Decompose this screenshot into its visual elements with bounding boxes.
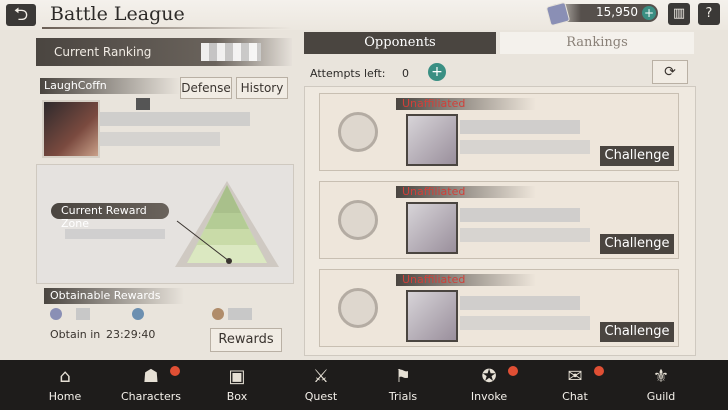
- menu-book-icon[interactable]: ▥: [668, 3, 690, 25]
- redacted-opponent-info: [460, 208, 580, 222]
- reward-zone-panel: Current Reward Zone: [36, 164, 294, 284]
- redacted-zone: [65, 229, 165, 239]
- refresh-button[interactable]: ⟳: [652, 60, 688, 84]
- redacted-stat: [136, 98, 150, 110]
- affiliation-tag: Unaffiliated: [396, 97, 536, 110]
- opponent-card: Unaffiliated Challenge: [319, 181, 679, 259]
- nav-label: Box: [226, 390, 248, 403]
- redacted-opponent-info: [460, 316, 590, 330]
- title-underline: [42, 27, 292, 29]
- tab-opponents[interactable]: Opponents: [304, 32, 496, 54]
- challenge-button[interactable]: Challenge: [600, 146, 674, 166]
- guild-emblem-icon: [338, 288, 378, 328]
- bottom-nav: ⌂ Home ☗ Characters ▣ Box ⚔ Quest ⚑ Tria…: [0, 360, 728, 410]
- refresh-icon: ⟳: [664, 64, 676, 80]
- redacted-opponent-info: [460, 120, 580, 134]
- obtainable-rewards-bar: Obtainable Rewards: [44, 288, 184, 304]
- nav-label: Chat: [562, 390, 588, 403]
- reward-item-icon: [132, 308, 144, 320]
- nav-label: Invoke: [470, 390, 508, 403]
- attempts-left-value: 0: [402, 67, 409, 80]
- obtainable-rewards-label: Obtainable Rewards: [50, 289, 161, 302]
- challenge-button[interactable]: Challenge: [600, 234, 674, 254]
- characters-icon: ☗: [142, 366, 160, 387]
- attempts-left-label: Attempts left:: [310, 67, 386, 80]
- redacted-stat: [100, 132, 220, 146]
- home-icon: ⌂: [59, 366, 71, 387]
- quest-icon: ⚔: [312, 366, 330, 387]
- currency-icon: [545, 1, 571, 27]
- rewards-button[interactable]: Rewards: [210, 328, 282, 352]
- guild-emblem-icon: [338, 112, 378, 152]
- notification-badge: [594, 366, 604, 376]
- nav-chat[interactable]: ✉ Chat: [540, 362, 610, 408]
- page-title: Battle League: [50, 3, 185, 25]
- opponent-card: Unaffiliated Challenge: [319, 269, 679, 347]
- top-bar: ⮌ Battle League 15,950 + ▥ ?: [0, 0, 728, 30]
- current-ranking-label: Current Ranking: [54, 45, 152, 59]
- guild-emblem-icon: [338, 200, 378, 240]
- box-icon: ▣: [228, 366, 246, 387]
- tab-bar: Opponents Rankings: [304, 32, 694, 54]
- redacted-reward: [228, 308, 252, 320]
- nav-label: Trials: [388, 390, 418, 403]
- nav-label: Quest: [304, 390, 338, 403]
- defense-button[interactable]: Defense: [180, 77, 232, 99]
- challenge-button[interactable]: Challenge: [600, 322, 674, 342]
- invoke-icon: ✪: [481, 366, 497, 387]
- reward-item-icon: [50, 308, 62, 320]
- reward-zone-label: Current Reward Zone: [61, 204, 147, 230]
- player-avatar[interactable]: [42, 100, 100, 158]
- opponent-avatar[interactable]: [406, 290, 458, 342]
- affiliation-label: Unaffiliated: [402, 97, 466, 110]
- opponent-avatar[interactable]: [406, 202, 458, 254]
- notification-badge: [508, 366, 518, 376]
- redacted-reward: [76, 308, 90, 320]
- trials-icon: ⚑: [394, 366, 412, 387]
- obtain-in-timer: 23:29:40: [106, 328, 156, 341]
- redacted-opponent-info: [460, 296, 580, 310]
- reward-item-icon: [212, 308, 224, 320]
- back-arrow-icon: ⮌: [13, 4, 29, 25]
- back-button[interactable]: ⮌: [6, 4, 36, 26]
- nav-home[interactable]: ⌂ Home: [30, 362, 100, 408]
- nav-box[interactable]: ▣ Box: [202, 362, 272, 408]
- reward-zone-label-bar: Current Reward Zone: [51, 203, 169, 230]
- opponent-card: Unaffiliated Challenge: [319, 93, 679, 171]
- nav-label: Guild: [646, 390, 676, 403]
- add-attempts-button[interactable]: +: [428, 63, 446, 81]
- help-icon[interactable]: ?: [698, 3, 720, 25]
- nav-invoke[interactable]: ✪ Invoke: [454, 362, 524, 408]
- nav-label: Characters: [120, 390, 182, 403]
- redacted-opponent-info: [460, 228, 590, 242]
- affiliation-label: Unaffiliated: [402, 185, 466, 198]
- player-panel: Current Ranking LaughCoffn Defense Histo…: [36, 36, 294, 354]
- currency-value: 15,950: [596, 5, 638, 19]
- history-button[interactable]: History: [236, 77, 288, 99]
- opponent-list: Unaffiliated Challenge Unaffiliated Chal…: [304, 86, 696, 356]
- redacted-stat: [100, 112, 250, 126]
- nav-trials[interactable]: ⚑ Trials: [368, 362, 438, 408]
- nav-label: Home: [48, 390, 82, 403]
- opponent-avatar[interactable]: [406, 114, 458, 166]
- guild-icon: ⚜: [652, 366, 670, 387]
- notification-badge: [170, 366, 180, 376]
- current-ranking-bar: Current Ranking: [36, 38, 292, 66]
- currency-display: 15,950 +: [545, 1, 658, 27]
- nav-quest[interactable]: ⚔ Quest: [286, 362, 356, 408]
- reward-pyramid-icon: [175, 181, 279, 267]
- add-currency-button[interactable]: +: [642, 6, 656, 20]
- current-ranking-value-redacted: [201, 43, 261, 61]
- player-name: LaughCoffn: [44, 79, 107, 92]
- obtain-in-label: Obtain in: [50, 328, 101, 341]
- affiliation-tag: Unaffiliated: [396, 273, 536, 286]
- nav-characters[interactable]: ☗ Characters: [116, 362, 186, 408]
- chat-icon: ✉: [567, 366, 583, 387]
- player-name-bar: LaughCoffn: [40, 78, 180, 94]
- tab-rankings[interactable]: Rankings: [500, 32, 694, 54]
- redacted-opponent-info: [460, 140, 590, 154]
- nav-guild[interactable]: ⚜ Guild: [626, 362, 696, 408]
- affiliation-tag: Unaffiliated: [396, 185, 536, 198]
- affiliation-label: Unaffiliated: [402, 273, 466, 286]
